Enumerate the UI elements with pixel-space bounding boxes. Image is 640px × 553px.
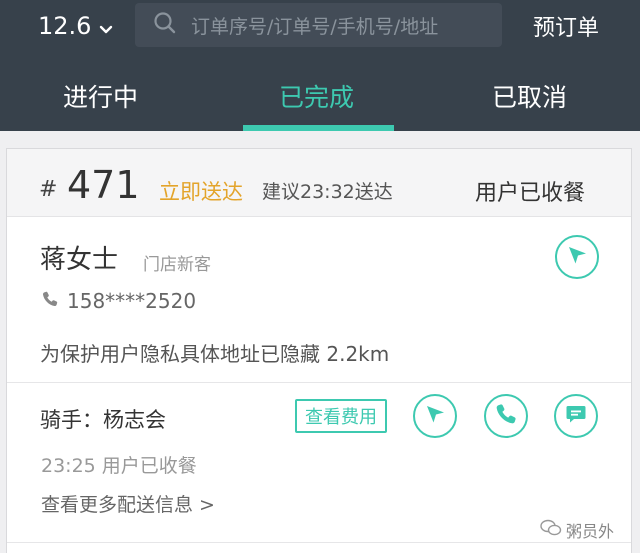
section-divider <box>7 382 631 383</box>
phone-icon <box>41 290 59 312</box>
watermark: 粥员外 <box>540 518 614 542</box>
customer-address: 为保护用户隐私具体地址已隐藏 2.2km <box>40 342 390 366</box>
rider-call-button[interactable] <box>484 394 528 438</box>
more-delivery-info-link[interactable]: 查看更多配送信息 > <box>41 490 215 517</box>
view-fee-button[interactable]: 查看费用 <box>295 399 387 433</box>
search-icon <box>153 11 177 39</box>
rider-navigate-button[interactable] <box>413 394 457 438</box>
tab-in-progress[interactable]: 进行中 <box>63 78 138 114</box>
customer-phone: 158****2520 <box>67 289 197 313</box>
chevron-down-icon <box>99 13 113 41</box>
order-status: 用户已收餐 <box>475 181 586 206</box>
phone-icon <box>494 402 518 430</box>
wechat-icon <box>540 519 566 541</box>
suggested-time: 建议23:32送达 <box>262 181 393 203</box>
order-card[interactable]: # 471 立即送达 建议23:32送达 用户已收餐 蒋女士 门店新客 158*… <box>6 148 632 553</box>
order-number: 471 <box>67 163 140 207</box>
card-bottom-divider <box>7 542 631 543</box>
message-icon <box>564 402 588 430</box>
customer-phone-row[interactable]: 158****2520 <box>41 289 196 313</box>
customer-tag: 门店新客 <box>143 255 211 275</box>
top-header: 12.6 订单序号/订单号/手机号/地址 预订单 进行中 已完成 已取消 <box>0 0 640 131</box>
reserve-orders-button[interactable]: 预订单 <box>533 10 599 42</box>
rider-name: 骑手：杨志会 <box>40 408 166 432</box>
date-selector[interactable]: 12.6 <box>38 8 113 44</box>
customer-navigate-button[interactable] <box>555 235 599 279</box>
search-placeholder: 订单序号/订单号/手机号/地址 <box>191 15 439 38</box>
navigation-arrow-icon <box>423 402 447 430</box>
order-hash: # <box>39 177 58 202</box>
navigation-arrow-icon <box>565 243 589 271</box>
watermark-text: 粥员外 <box>566 522 615 541</box>
search-box[interactable]: 订单序号/订单号/手机号/地址 <box>135 3 502 47</box>
tab-completed[interactable]: 已完成 <box>279 78 354 114</box>
customer-name: 蒋女士 <box>40 245 119 275</box>
rider-status: 23:25 用户已收餐 <box>41 455 197 477</box>
delivery-type: 立即送达 <box>159 180 243 204</box>
order-card-header: # 471 立即送达 建议23:32送达 用户已收餐 <box>7 149 631 217</box>
tab-cancelled[interactable]: 已取消 <box>492 78 567 114</box>
active-tab-indicator <box>243 125 394 131</box>
rider-message-button[interactable] <box>554 394 598 438</box>
date-value: 12.6 <box>38 12 92 40</box>
